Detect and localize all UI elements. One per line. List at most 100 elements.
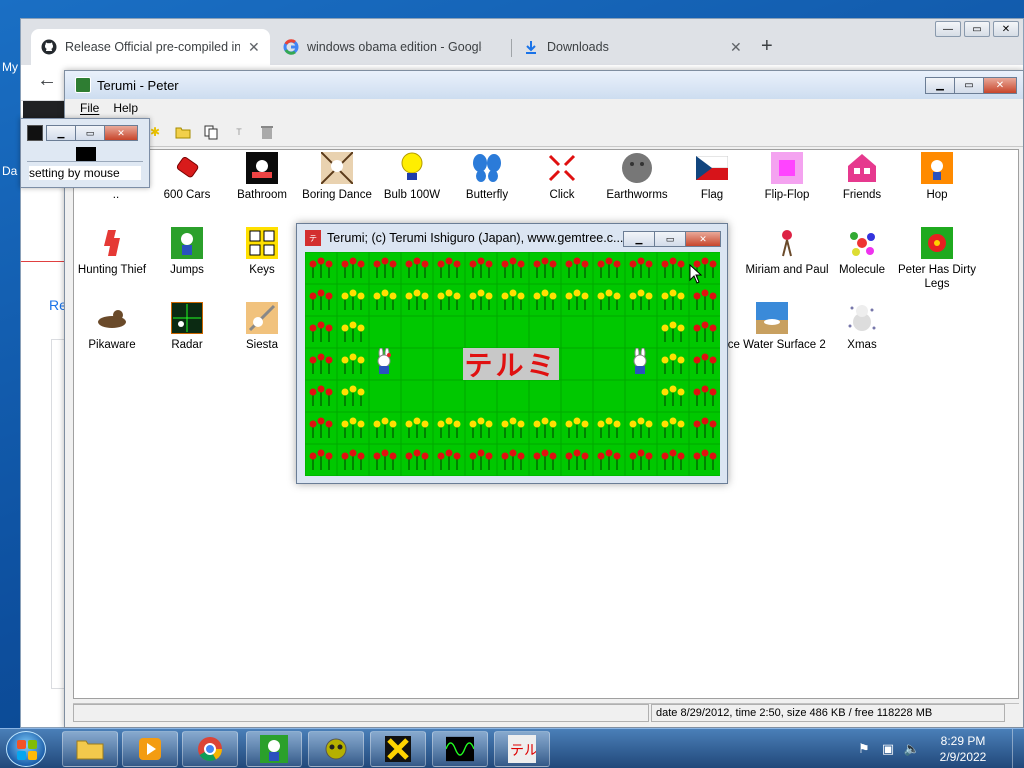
window-title-bar[interactable]: Terumi - Peter ▁ ▭ ✕ — [65, 71, 1023, 99]
minimize-icon[interactable]: — — [935, 21, 961, 37]
flower-tile — [368, 315, 402, 349]
volume-icon[interactable]: 🔈 — [904, 741, 920, 757]
item-label: Flag — [700, 189, 724, 201]
taskbar-terumi[interactable]: テル — [494, 731, 550, 767]
maximize-icon[interactable]: ▭ — [654, 231, 686, 247]
close-icon[interactable]: ✕ — [685, 231, 721, 247]
taskbar-oscilloscope[interactable] — [432, 731, 488, 767]
list-item-radar[interactable]: Radar — [145, 302, 229, 352]
flag-icon — [696, 152, 728, 184]
flower-tile — [305, 283, 338, 317]
bunny-sprite-left — [373, 348, 395, 376]
radar-icon — [171, 302, 203, 334]
taskbar-chrome[interactable] — [182, 731, 238, 767]
setting-title-bar[interactable]: ▁ ▭ ✕ — [21, 119, 149, 145]
menu-help[interactable]: Help — [113, 101, 138, 115]
item-label: Bathroom — [237, 189, 287, 201]
flower-tile — [592, 283, 626, 317]
minimize-icon[interactable]: ▁ — [46, 125, 76, 141]
close-icon[interactable]: ✕ — [993, 21, 1019, 37]
list-item-molecule[interactable]: Molecule — [820, 227, 904, 277]
list-item-earthworms[interactable]: Earthworms — [595, 152, 679, 202]
tab-github-release[interactable]: Release Official pre-compiled ins ✕ — [31, 29, 270, 65]
setting-window-controls: ▁ ▭ ✕ — [46, 125, 138, 141]
item-label: Peter Has Dirty Legs — [898, 264, 976, 290]
menu-bar: File Help — [65, 99, 1023, 117]
list-item-flip-flop[interactable]: Flip-Flop — [745, 152, 829, 202]
start-button[interactable] — [6, 731, 46, 767]
list-item-butterfly[interactable]: Butterfly — [445, 152, 529, 202]
back-arrow-icon[interactable]: ← — [37, 69, 57, 92]
maximize-icon[interactable]: ▭ — [964, 21, 990, 37]
list-item-peter-has-dirty-legs[interactable]: Peter Has Dirty Legs — [895, 227, 979, 291]
list-item-pikaware[interactable]: Pikaware — [70, 302, 154, 352]
close-icon[interactable]: ✕ — [104, 125, 138, 141]
bulb-icon — [396, 152, 428, 184]
item-label: Earthworms — [606, 189, 668, 201]
desktop-label-my[interactable]: My — [2, 60, 18, 74]
close-tab-icon[interactable]: ✕ — [730, 39, 742, 56]
list-item-water-surface-2[interactable]: face Water Surface 2 — [714, 302, 830, 352]
game-field[interactable]: テルミ — [305, 252, 720, 476]
menu-file[interactable]: File — [80, 101, 99, 115]
copy-icon[interactable] — [201, 122, 221, 142]
terumi-peter-icon — [260, 735, 288, 763]
list-item-flag[interactable]: Flag — [670, 152, 754, 202]
item-label: Molecule — [838, 264, 886, 276]
list-item-boring-dance[interactable]: Boring Dance — [295, 152, 379, 202]
list-item-keys[interactable]: Keys — [220, 227, 304, 277]
boring-dance-icon — [321, 152, 353, 184]
github-icon — [41, 39, 57, 55]
list-item-bulb-100w[interactable]: Bulb 100W — [370, 152, 454, 202]
rename-icon[interactable]: T — [229, 122, 249, 142]
flower-tile — [368, 443, 402, 476]
new-tab-button[interactable]: + — [761, 35, 773, 58]
tab-title: windows obama edition - Google — [307, 40, 482, 54]
list-item-bathroom[interactable]: Bathroom — [220, 152, 304, 202]
desktop-label-da[interactable]: Da — [2, 164, 17, 178]
minimize-icon[interactable]: ▁ — [623, 231, 655, 247]
maximize-icon[interactable]: ▭ — [75, 125, 105, 141]
status-bar: date 8/29/2012, time 2:50, size 486 KB /… — [73, 703, 1019, 722]
taskbar-media-player[interactable] — [122, 731, 178, 767]
tab-downloads[interactable]: Downloads ✕ — [513, 29, 752, 65]
item-label: Radar — [171, 339, 203, 351]
taskbar-explorer[interactable] — [62, 731, 118, 767]
item-label: Jumps — [170, 264, 204, 276]
folder-icon[interactable] — [173, 122, 193, 142]
flower-tile — [368, 411, 402, 445]
terumi-icon: テル — [508, 735, 536, 763]
flower-tile — [305, 347, 338, 381]
action-center-icon[interactable]: ⚑ — [856, 741, 872, 757]
trash-icon[interactable] — [257, 122, 277, 142]
close-icon[interactable]: ✕ — [983, 77, 1017, 94]
list-item-hunting-thief[interactable]: Hunting Thief — [70, 227, 154, 277]
taskbar-alien-app[interactable] — [308, 731, 364, 767]
list-item-friends[interactable]: Friends — [820, 152, 904, 202]
list-item-xmas[interactable]: Xmas — [820, 302, 904, 352]
list-item-jumps[interactable]: Jumps — [145, 227, 229, 277]
flower-tile — [400, 252, 434, 285]
tab-google-search[interactable]: windows obama edition - Google — [273, 29, 492, 65]
clock[interactable]: 8:29 PM 2/9/2022 — [928, 733, 998, 765]
maximize-icon[interactable]: ▭ — [954, 77, 984, 94]
list-item-600-cars[interactable]: 600 Cars — [145, 152, 229, 202]
list-item-click[interactable]: Click — [520, 152, 604, 202]
network-icon[interactable]: ▣ — [880, 741, 896, 757]
page-dark-bar — [23, 101, 67, 119]
show-desktop-button[interactable] — [1012, 729, 1024, 768]
close-tab-icon[interactable]: ✕ — [248, 39, 260, 56]
color-swatch[interactable] — [76, 147, 96, 161]
minimize-icon[interactable]: ▁ — [925, 77, 955, 94]
tab-strip: Release Official pre-compiled ins ✕ wind… — [21, 19, 1023, 65]
item-label: Miriam and Paul — [745, 264, 829, 276]
flower-tile — [496, 252, 530, 285]
list-item-miriam-and-paul[interactable]: Miriam and Paul — [745, 227, 829, 277]
list-item-siesta[interactable]: Siesta — [220, 302, 304, 352]
taskbar-yellow-x-app[interactable] — [370, 731, 426, 767]
flower-tile — [368, 252, 402, 285]
taskbar-terumi-peter[interactable] — [246, 731, 302, 767]
game-title-bar[interactable]: テ Terumi; (c) Terumi Ishiguro (Japan), w… — [297, 224, 727, 252]
flip-flop-icon — [771, 152, 803, 184]
list-item-hop[interactable]: Hop — [895, 152, 979, 202]
